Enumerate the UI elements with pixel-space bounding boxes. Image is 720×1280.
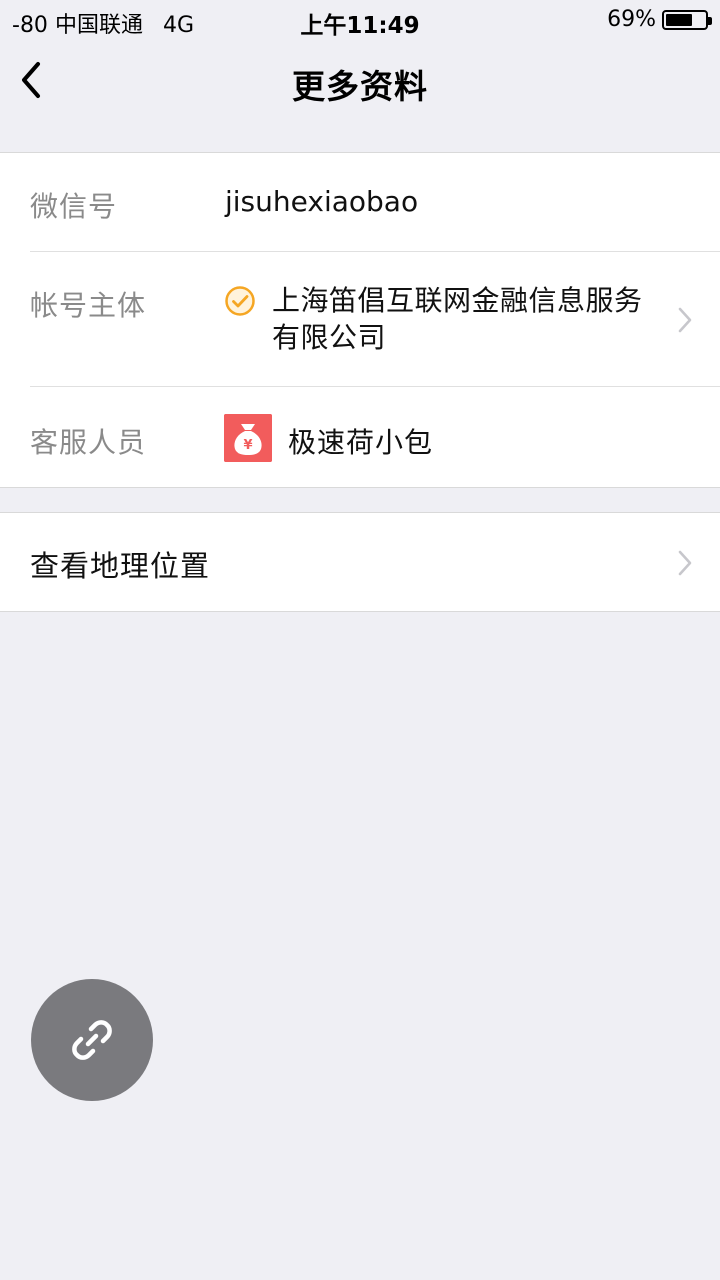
- verified-check-icon: [225, 286, 255, 316]
- account-entity-value: 上海笛倡互联网金融信息服务有限公司: [272, 284, 643, 354]
- battery-percent: 69%: [607, 7, 656, 32]
- view-location-row[interactable]: 查看地理位置: [0, 513, 720, 611]
- customer-service-label: 客服人员: [30, 426, 147, 459]
- status-bar: -80 中国联通 4G 上午11:49 69%: [0, 0, 720, 40]
- location-group: 查看地理位置: [0, 512, 720, 612]
- battery-icon: [662, 9, 712, 30]
- battery-fill: [666, 13, 693, 26]
- floating-link-button[interactable]: [31, 979, 153, 1101]
- status-right: 69%: [607, 7, 712, 32]
- wechat-id-label: 微信号: [30, 190, 118, 223]
- nav-bar: 更多资料: [0, 40, 720, 124]
- customer-service-name: 极速荷小包: [288, 426, 434, 459]
- chevron-right-icon: [678, 550, 692, 576]
- page-title: 更多资料: [292, 67, 428, 106]
- svg-text:¥: ¥: [243, 438, 252, 453]
- wechat-id-value: jisuhexiaobao: [225, 185, 419, 218]
- account-entity-row[interactable]: 帐号主体 上海笛倡互联网金融信息服务有限公司: [0, 252, 720, 387]
- view-location-label: 查看地理位置: [30, 549, 211, 583]
- account-entity-label: 帐号主体: [30, 289, 147, 322]
- money-bag-icon: ¥: [224, 414, 272, 462]
- chevron-right-icon: [678, 307, 692, 333]
- customer-service-row[interactable]: 客服人员 ¥ 极速荷小包: [0, 387, 720, 488]
- battery-tip: [708, 16, 712, 25]
- money-bag-glyph: ¥: [224, 414, 272, 462]
- wechat-id-row: 微信号 jisuhexiaobao: [0, 153, 720, 252]
- link-icon: [72, 1020, 112, 1060]
- screen: -80 中国联通 4G 上午11:49 69% 更多资料 微信号 jisuhexi…: [0, 0, 720, 1280]
- info-group: 微信号 jisuhexiaobao 帐号主体 上海笛倡互联网金融信息服务有限公司…: [0, 152, 720, 488]
